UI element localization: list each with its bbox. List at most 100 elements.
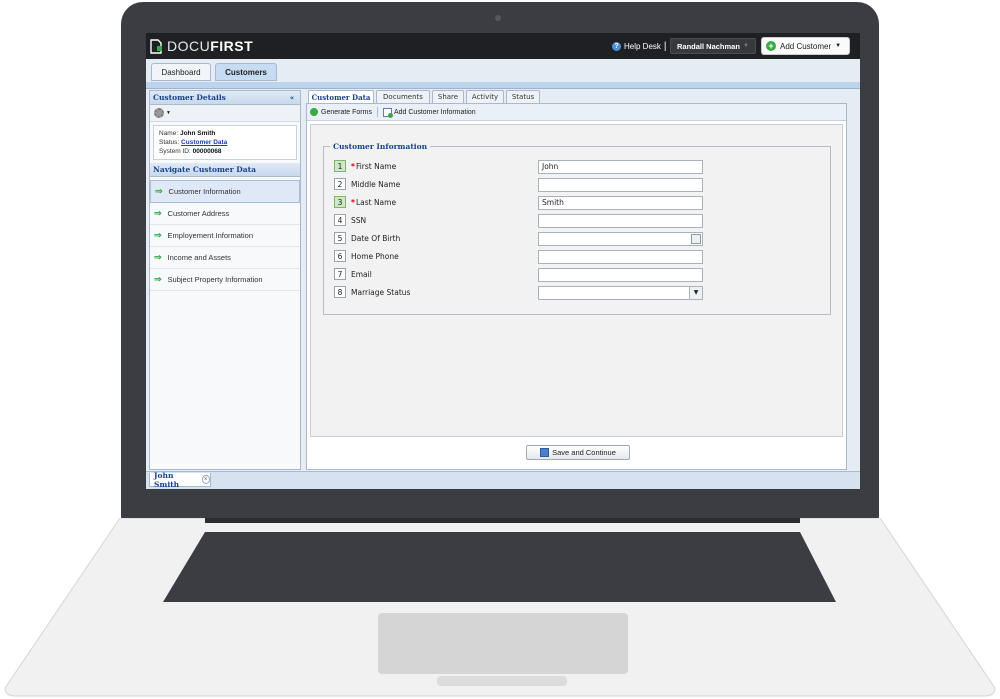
nav-item-label: Income and Assets [167,253,231,262]
field-label: Home Phone [351,251,399,261]
tab-customer-data[interactable]: Customer Data [308,90,374,103]
chevron-down-icon[interactable]: ▼ [166,110,171,116]
customer-details-header: Customer Details « [150,91,300,105]
marriage-status-select[interactable]: ▼ [538,286,703,300]
save-and-continue-button[interactable]: Save and Continue [526,445,630,460]
calendar-icon[interactable] [691,234,701,244]
tab-label: Activity [471,93,499,101]
field-label-text: Last Name [355,197,397,207]
nav-item-subject-property-information[interactable]: ⇒ Subject Property Information [150,269,300,291]
top-navbar: DOCU FIRST ? Help Desk | Randall Nachman … [146,33,860,59]
customer-details-panel: Customer Details « ▼ Name: John Smith St… [149,90,301,470]
form-toolbar: Generate Forms Add Customer Information [307,104,846,121]
generate-icon [310,108,318,116]
docufirst-logo[interactable]: DOCU FIRST [150,38,253,54]
field-label: Date Of Birth [351,233,401,243]
field-row-home-phone: 6 Home Phone [334,249,399,263]
customer-information-fieldset: Customer Information 1 *First Name John … [323,142,831,315]
document-logo-icon [150,38,162,54]
arrow-right-icon: ⇒ [154,230,162,240]
toolbar-separator [376,107,378,117]
field-label: Marriage Status [351,287,411,297]
arrow-right-icon: ⇒ [154,252,162,262]
logo-text-bold: FIRST [210,38,254,54]
save-and-continue-label: Save and Continue [552,448,616,457]
logo-text-light: DOCU [167,38,211,54]
middle-name-field[interactable] [538,178,703,192]
add-customer-information-label: Add Customer Information [393,108,476,116]
chevron-down-icon: ▼ [743,43,749,49]
arrow-right-icon: ⇒ [154,274,162,284]
home-phone-field[interactable] [538,250,703,264]
required-marker: * [351,161,355,171]
nav-item-customer-address[interactable]: ⇒ Customer Address [150,203,300,225]
help-desk-link[interactable]: ? Help Desk | [612,41,667,52]
last-name-field[interactable]: Smith [538,196,703,210]
add-customer-information-button[interactable]: Add Customer Information [382,107,476,118]
user-menu-button[interactable]: Randall Nachman ▼ [670,38,756,54]
record-tab-john-smith[interactable]: John Smith × [149,471,211,489]
customer-summary: Name: John Smith Status: Customer Data S… [153,125,297,160]
tab-customers[interactable]: Customers [215,63,277,81]
options-toolbar: ▼ [150,105,300,122]
close-icon[interactable]: × [201,475,210,484]
save-disk-icon [540,448,550,457]
nav-item-label: Subject Property Information [167,275,263,284]
field-label: *First Name [351,162,396,171]
tab-label: Share [437,93,459,101]
tab-status[interactable]: Status [506,90,540,103]
save-bar: Save and Continue [307,441,846,469]
help-separator: | [663,41,667,52]
field-number: 5 [334,232,346,244]
nav-item-employement-information[interactable]: ⇒ Employement Information [150,225,300,247]
add-document-icon [382,107,393,118]
field-label-text: First Name [355,161,397,171]
chevron-down-icon: ▼ [835,43,842,49]
nav-item-label: Customer Address [167,209,230,218]
field-row-email: 7 Email [334,267,372,281]
navigate-title: Navigate Customer Data [153,165,256,174]
field-row-ssn: 4 SSN [334,213,366,227]
generate-forms-button[interactable]: Generate Forms [310,108,372,116]
tab-share[interactable]: Share [432,90,464,103]
field-number: 8 [334,286,346,298]
date-of-birth-field[interactable] [538,232,703,246]
tab-activity[interactable]: Activity [466,90,504,103]
status-label: Status: [159,139,180,146]
system-id-label: System ID: [159,148,191,155]
field-row-marriage-status: 8 Marriage Status [334,285,410,299]
field-number: 6 [334,250,346,262]
customer-name: John Smith [179,130,216,137]
customer-data-panel: Generate Forms Add Customer Information … [306,103,847,470]
chevron-down-icon[interactable]: ▼ [689,287,702,299]
name-label: Name: [159,130,179,137]
form-area: Customer Information 1 *First Name John … [310,124,843,437]
tab-label: Status [511,93,535,101]
email-field[interactable] [538,268,703,282]
field-label: Middle Name [351,179,401,189]
laptop-base [4,518,996,697]
status-link[interactable]: Customer Data [181,139,227,146]
field-number: 4 [334,214,346,226]
navigate-header: Navigate Customer Data [150,163,300,177]
ssn-field[interactable] [538,214,703,228]
system-id-value: 00000068 [192,148,222,155]
gear-icon[interactable] [154,108,164,118]
first-name-field[interactable]: John [538,160,703,174]
open-records-bar: John Smith × [146,471,860,489]
arrow-right-icon: ⇒ [155,186,163,196]
field-row-date-of-birth: 5 Date Of Birth [334,231,400,245]
tab-documents[interactable]: Documents [376,90,430,103]
field-number: 3 [334,196,346,208]
camera-icon [495,15,501,21]
field-number: 1 [334,160,346,172]
nav-item-label: Customer Information [168,187,241,196]
nav-item-customer-information[interactable]: ⇒ Customer Information [150,180,300,203]
field-label: SSN [351,215,367,225]
collapse-icon[interactable]: « [287,93,297,102]
field-label: *Last Name [351,198,396,207]
field-number: 2 [334,178,346,190]
tab-dashboard[interactable]: Dashboard [151,63,211,81]
add-customer-button[interactable]: + Add Customer ▼ [761,37,850,55]
nav-item-income-and-assets[interactable]: ⇒ Income and Assets [150,247,300,269]
